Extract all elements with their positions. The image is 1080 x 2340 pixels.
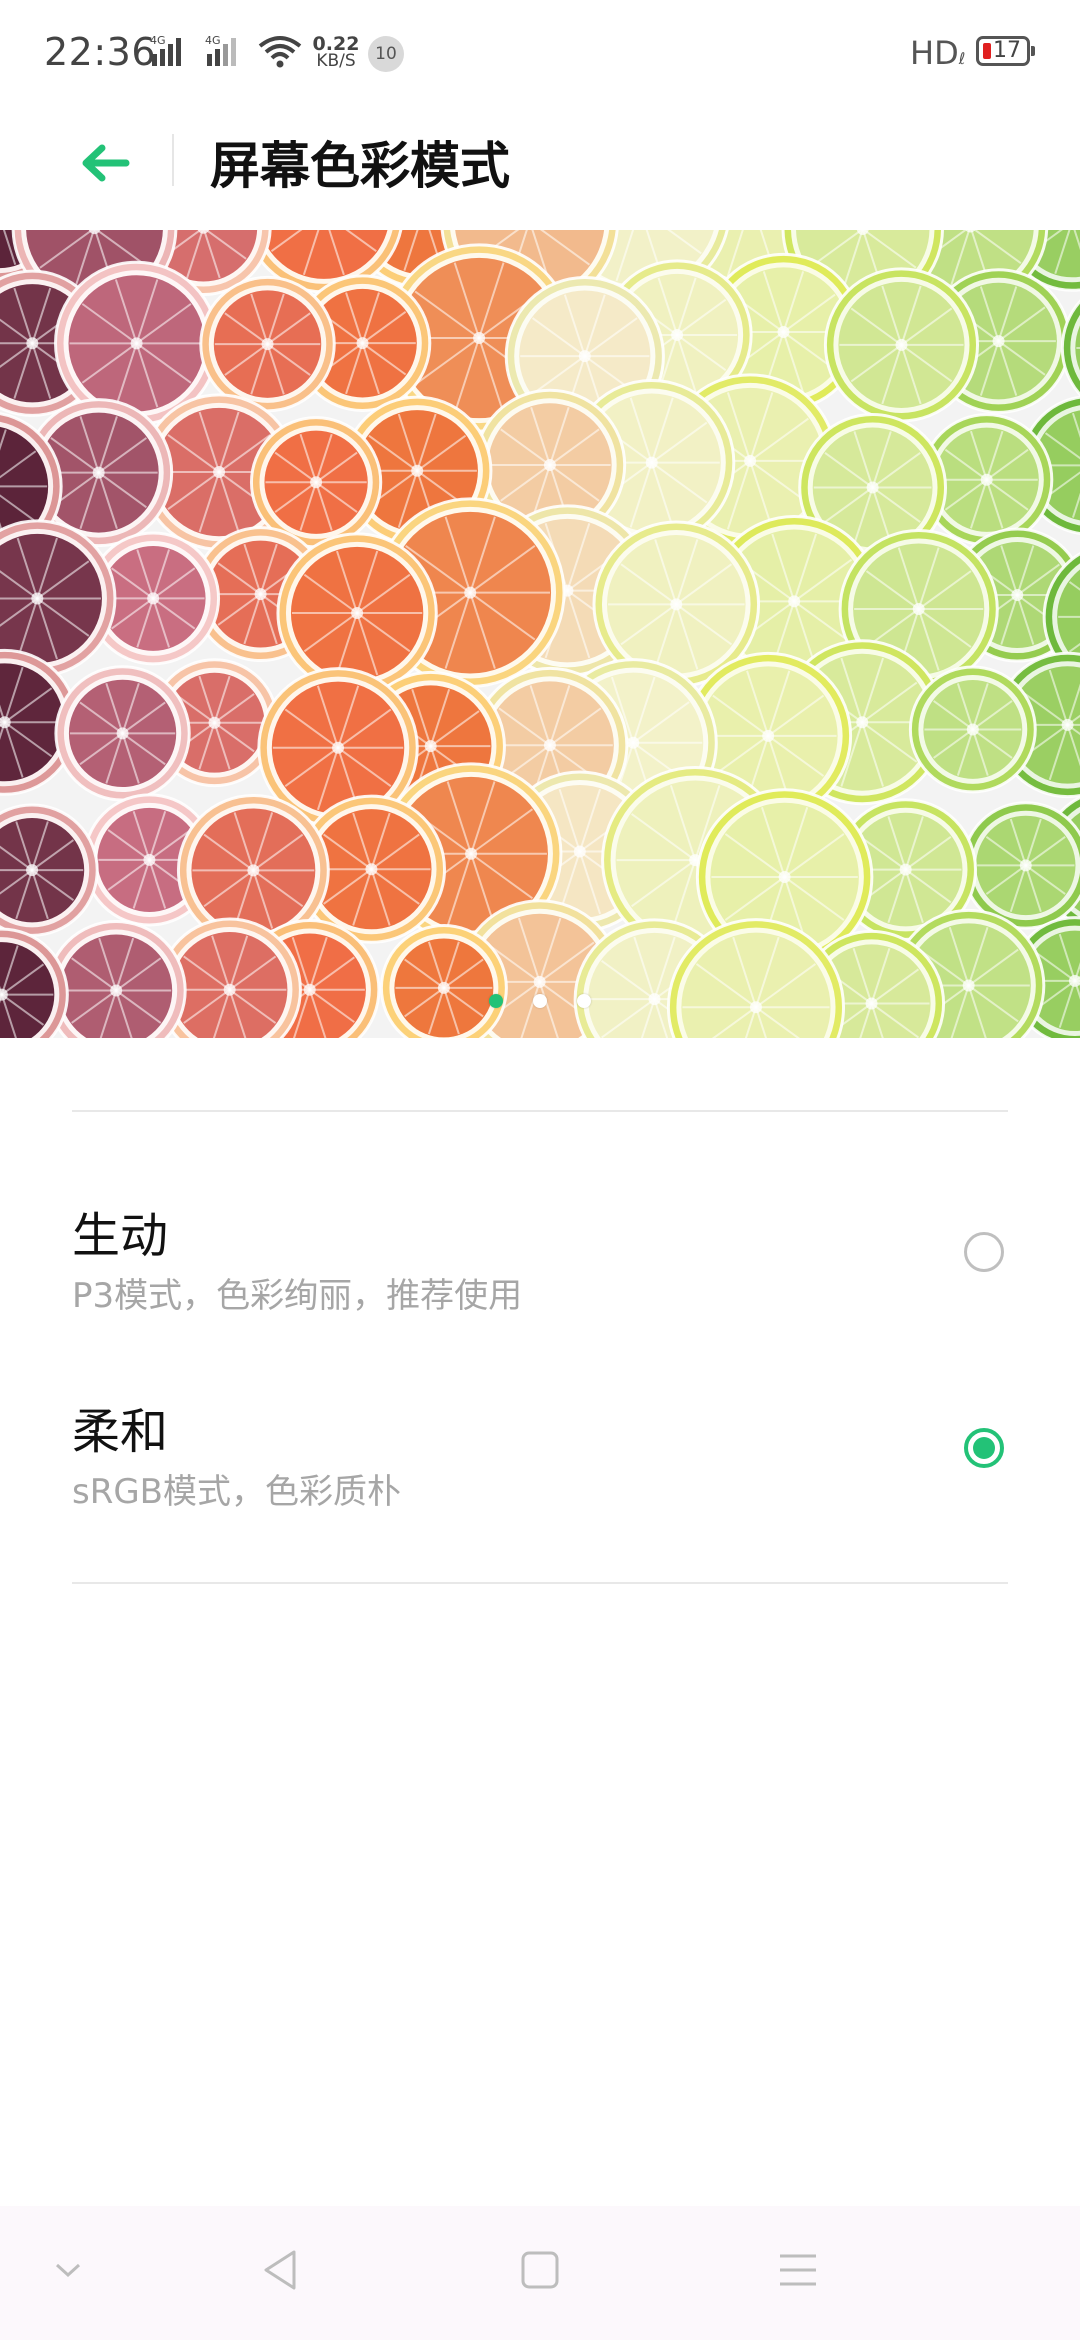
home-square-icon (520, 2250, 560, 2294)
citrus-slice (823, 267, 980, 423)
citrus-slice (45, 920, 187, 1038)
pager-dot (533, 994, 547, 1008)
citrus-slice (0, 803, 99, 937)
nav-menu-button[interactable] (768, 2242, 828, 2302)
preview-banner[interactable] (0, 230, 1080, 1038)
back-button[interactable] (70, 130, 140, 200)
citrus-slices-image (0, 230, 1080, 1038)
menu-icon (778, 2250, 818, 2294)
nav-home-button[interactable] (510, 2242, 570, 2302)
citrus-slice (0, 927, 69, 1038)
arrow-left-icon (80, 143, 130, 187)
signal-4g-icon: 4G (205, 34, 253, 72)
citrus-slice (276, 532, 438, 694)
status-time: 22:36 (44, 30, 157, 74)
battery-icon: 17 (976, 36, 1035, 66)
option-subtitle: sRGB模式，色彩质朴 (72, 1472, 402, 1512)
network-speed-unit: KB/S (316, 51, 356, 71)
option-gentle[interactable]: 柔和 sRGB模式，色彩质朴 (0, 1392, 1080, 1582)
citrus-slice (379, 923, 508, 1038)
citrus-slice (908, 665, 1037, 794)
nav-back-button[interactable] (250, 2242, 310, 2302)
citrus-slice (199, 275, 336, 413)
status-bar: 22:36 4G 4G 0.22 KB/S 10 HDℓ 17 (0, 0, 1080, 110)
option-vivid[interactable]: 生动 P3模式，色彩绚丽，推荐使用 (0, 1196, 1080, 1386)
svg-text:4G: 4G (150, 34, 166, 47)
chevron-down-icon (53, 2260, 83, 2284)
citrus-slice (961, 801, 1080, 930)
signal-4g-icon: 4G (150, 34, 198, 72)
option-title: 生动 (72, 1208, 169, 1264)
svg-text:4G: 4G (205, 34, 221, 47)
notification-badge: 10 (368, 36, 404, 72)
option-title: 柔和 (72, 1404, 169, 1460)
pager-dot (489, 994, 503, 1008)
battery-tip (1031, 46, 1035, 56)
app-header: 屏幕色彩模式 (0, 110, 1080, 230)
system-nav-bar (0, 2206, 1080, 2340)
pager-dot (577, 994, 591, 1008)
hd-label: HD (910, 34, 959, 72)
radio-vivid[interactable] (964, 1232, 1004, 1272)
battery-fill (983, 43, 991, 59)
network-speed: 0.22 KB/S (312, 35, 360, 71)
back-triangle-icon (258, 2248, 302, 2296)
divider (72, 1110, 1008, 1112)
page-title: 屏幕色彩模式 (210, 137, 510, 195)
nav-collapse-button[interactable] (38, 2242, 98, 2302)
wifi-icon (258, 34, 302, 72)
citrus-slice (54, 665, 191, 802)
hd-indicator: HDℓ (910, 34, 966, 72)
divider (72, 1582, 1008, 1584)
option-subtitle: P3模式，色彩绚丽，推荐使用 (72, 1276, 523, 1316)
radio-gentle[interactable] (964, 1428, 1004, 1468)
banner-pager (0, 994, 1080, 1008)
header-divider (172, 134, 174, 186)
battery-level: 17 (993, 38, 1021, 63)
